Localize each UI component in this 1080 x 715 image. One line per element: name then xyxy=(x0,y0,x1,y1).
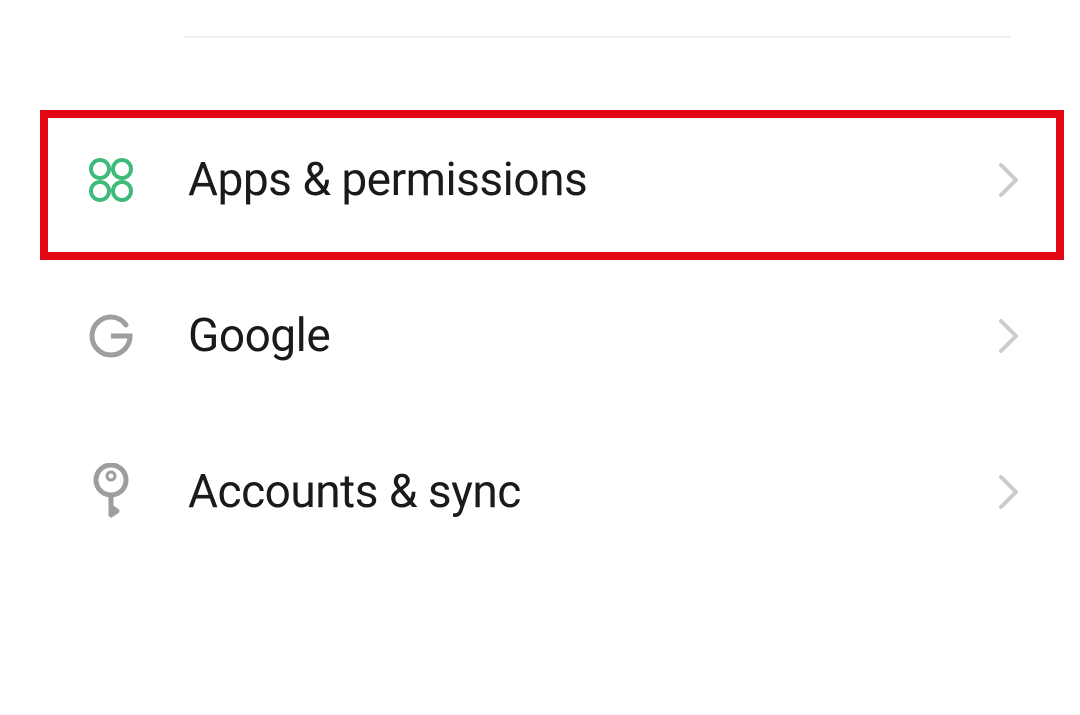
settings-item-label: Google xyxy=(188,309,998,363)
apps-icon xyxy=(86,155,136,205)
key-icon xyxy=(86,467,136,517)
settings-item-apps-permissions[interactable]: Apps & permissions xyxy=(0,102,1080,258)
settings-item-label: Apps & permissions xyxy=(188,153,998,207)
settings-item-label: Accounts & sync xyxy=(188,465,998,519)
section-divider xyxy=(184,36,1010,38)
chevron-right-icon xyxy=(998,474,1020,510)
google-icon xyxy=(86,311,136,361)
settings-list: Apps & permissions Google xyxy=(0,102,1080,570)
settings-item-accounts-sync[interactable]: Accounts & sync xyxy=(0,414,1080,570)
chevron-right-icon xyxy=(998,318,1020,354)
settings-item-google[interactable]: Google xyxy=(0,258,1080,414)
chevron-right-icon xyxy=(998,162,1020,198)
